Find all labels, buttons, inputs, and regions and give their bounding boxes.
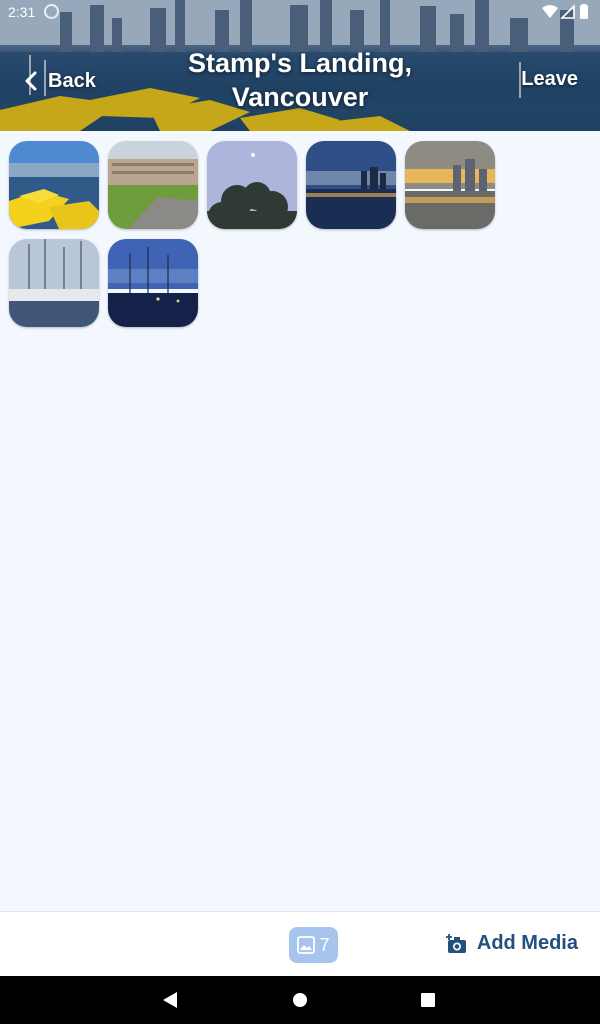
chevron-left-icon [25, 71, 37, 91]
media-thumbnail[interactable] [405, 141, 495, 229]
nav-recents-icon[interactable] [421, 993, 435, 1007]
media-thumbnail[interactable] [9, 141, 99, 229]
back-label: Back [48, 69, 96, 92]
status-icons [542, 4, 588, 19]
leave-button[interactable]: Leave [521, 68, 578, 91]
status-time: 2:31 [8, 4, 36, 20]
sync-icon [44, 4, 59, 19]
photo-skyline-reflection-night [306, 141, 396, 229]
add-media-button[interactable]: Add Media [445, 932, 578, 955]
media-thumbnail[interactable] [108, 239, 198, 327]
nav-home-icon[interactable] [293, 993, 307, 1007]
wifi-icon [542, 5, 558, 18]
status-bar: 2:31 [0, 0, 600, 24]
back-button[interactable]: Back [24, 66, 96, 96]
header-banner: 2:31 Back Stamp's Landing, Vancouver Lea… [0, 0, 600, 131]
media-grid [9, 141, 593, 327]
photo-tree-dusk-sky [207, 141, 297, 229]
add-media-label: Add Media [476, 932, 578, 954]
system-nav-bar [0, 976, 600, 1024]
photo-sunset-towers-water [405, 141, 495, 229]
media-count-button[interactable]: 7 [289, 927, 338, 963]
photo-marina-blue-hour [108, 239, 198, 327]
media-thumbnail[interactable] [9, 239, 99, 327]
add-photo-icon [445, 933, 466, 953]
photo-apartment-lawn [108, 141, 198, 229]
battery-icon [580, 5, 588, 19]
signal-icon [560, 4, 575, 19]
media-thumbnail[interactable] [108, 141, 198, 229]
photo-yellow-umbrellas-harbor [9, 141, 99, 229]
media-thumbnail[interactable] [306, 141, 396, 229]
media-count: 7 [319, 934, 330, 955]
page-title: Stamp's Landing, Vancouver [188, 48, 412, 112]
photo-marina-sailboats [9, 239, 99, 327]
nav-back-icon[interactable] [163, 992, 177, 1008]
image-icon [297, 936, 316, 954]
bottom-bar: 7 Add Media [0, 911, 600, 976]
media-thumbnail[interactable] [207, 141, 297, 229]
